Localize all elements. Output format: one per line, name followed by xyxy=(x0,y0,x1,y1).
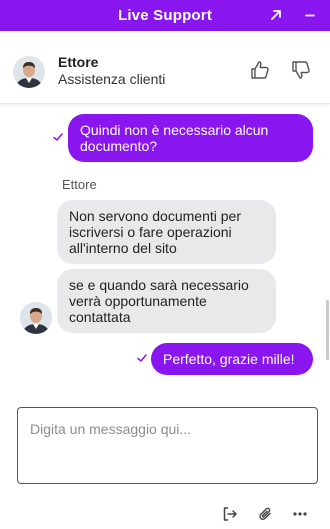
agent-message-bubble: se e quando sarà necessario verrà opport… xyxy=(57,269,276,333)
title-bar: Live Support xyxy=(0,0,330,31)
user-message-bubble: Perfetto, grazie mille! xyxy=(151,343,313,375)
composer-actions xyxy=(0,500,330,529)
scrollbar-thumb[interactable] xyxy=(326,300,329,360)
check-icon xyxy=(137,354,147,362)
agent-avatar xyxy=(13,56,45,88)
agent-role: Assistenza clienti xyxy=(58,71,166,87)
minimize-icon[interactable] xyxy=(299,4,321,26)
agent-header: Ettore Assistenza clienti xyxy=(0,31,330,104)
window-title: Live Support xyxy=(117,7,213,24)
agent-name: Ettore xyxy=(58,54,99,70)
message-sender-label: Ettore xyxy=(62,177,97,192)
thumbs-down-icon[interactable] xyxy=(289,58,313,82)
thumbs-up-icon[interactable] xyxy=(248,58,272,82)
check-icon xyxy=(53,133,63,141)
message-input-placeholder: Digita un messaggio qui... xyxy=(30,421,192,437)
agent-message-bubble: Non servono documenti per iscriversi o f… xyxy=(57,200,276,264)
popout-arrow-icon[interactable] xyxy=(265,4,287,26)
message-input[interactable]: Digita un messaggio qui... xyxy=(17,407,318,484)
more-icon[interactable] xyxy=(290,504,310,524)
message-avatar xyxy=(20,302,52,334)
transfer-icon[interactable] xyxy=(220,504,240,524)
paperclip-icon[interactable] xyxy=(256,504,276,524)
user-message-bubble: Quindi non è necessario alcun documento? xyxy=(68,114,313,162)
